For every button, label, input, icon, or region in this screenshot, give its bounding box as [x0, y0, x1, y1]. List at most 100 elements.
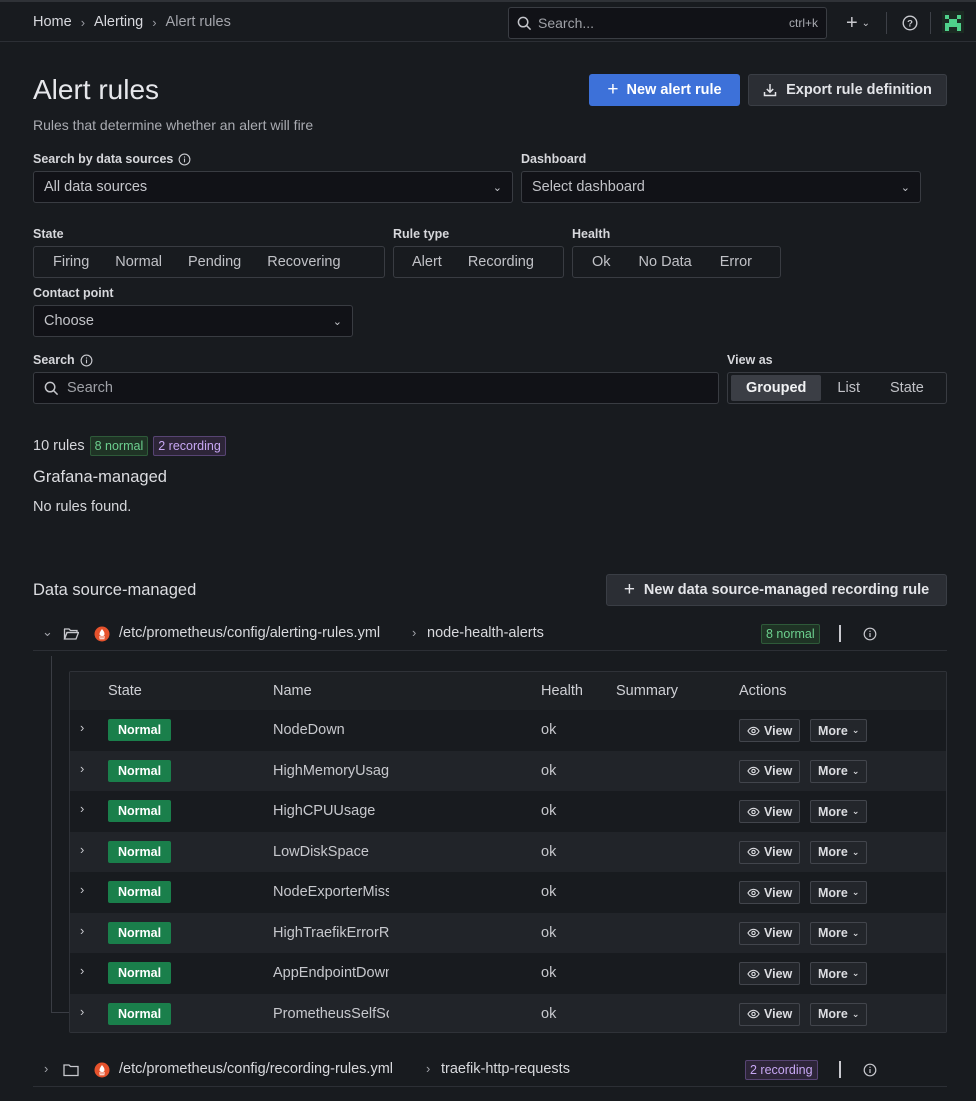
more-label: More	[818, 804, 848, 819]
help-button[interactable]: ?	[901, 12, 919, 34]
expand-chevron-icon[interactable]: ›	[80, 801, 84, 816]
user-avatar[interactable]	[942, 11, 964, 33]
contact-point-select[interactable]: Choose ⌄	[33, 305, 353, 337]
expand-chevron-icon[interactable]: ›	[80, 923, 84, 938]
rules-count: 10 rules	[33, 438, 85, 454]
dashboard-select-placeholder: Select dashboard	[532, 179, 645, 195]
chevron-down-icon: ⌄	[492, 181, 502, 194]
health-option-error[interactable]: Error	[705, 249, 765, 275]
prometheus-icon	[94, 626, 110, 642]
state-badge: Normal	[108, 719, 172, 741]
download-icon	[763, 84, 777, 97]
more-label: More	[818, 885, 848, 900]
global-search-placeholder: Search...	[538, 15, 595, 31]
view-as-label: View as	[727, 353, 773, 367]
more-button[interactable]: More ⌄	[810, 1002, 868, 1026]
view-as-list[interactable]: List	[821, 375, 875, 401]
more-button[interactable]: More ⌄	[810, 800, 868, 823]
state-option-recovering[interactable]: Recovering	[254, 249, 353, 275]
table-row: › Normal NodeDown ok View More ⌄	[70, 710, 946, 751]
eye-icon	[747, 888, 760, 897]
state-badge: Normal	[108, 921, 172, 944]
view-as-state[interactable]: State	[875, 375, 937, 401]
health-option-nodata[interactable]: No Data	[624, 249, 705, 275]
breadcrumb-alert-rules: Alert rules	[165, 14, 231, 30]
more-button[interactable]: More ⌄	[810, 881, 868, 904]
rule-health: ok	[541, 1005, 557, 1022]
state-option-pending[interactable]: Pending	[175, 249, 254, 275]
rule-health: ok	[541, 762, 557, 779]
dashboard-select[interactable]: Select dashboard ⌄	[521, 171, 921, 203]
info-icon[interactable]	[863, 627, 877, 641]
ruletype-filter-label: Rule type	[393, 227, 450, 241]
column-state[interactable]: State	[108, 683, 142, 699]
more-button[interactable]: More ⌄	[810, 719, 868, 742]
rule-health: ok	[541, 924, 557, 941]
column-name[interactable]: Name	[273, 683, 312, 699]
column-summary: Summary	[616, 683, 679, 699]
state-badge: Normal	[108, 881, 172, 903]
expand-chevron-icon[interactable]: ›	[80, 882, 84, 897]
expand-chevron-icon[interactable]: ›	[80, 963, 84, 978]
more-button[interactable]: More ⌄	[810, 840, 868, 864]
view-button[interactable]: View	[739, 840, 801, 864]
search-shortcut: ctrl+k	[788, 16, 818, 30]
view-button[interactable]: View	[739, 1002, 801, 1026]
view-button[interactable]: View	[739, 719, 801, 742]
more-button[interactable]: More ⌄	[810, 921, 868, 945]
table-row: › Normal HighMemoryUsage ok View More ⌄	[70, 750, 946, 791]
more-label: More	[818, 845, 848, 859]
new-recording-rule-button[interactable]: + New data source-managed recording rule	[606, 574, 947, 606]
ruletype-option-alert[interactable]: Alert	[397, 249, 455, 275]
info-icon[interactable]	[178, 153, 191, 166]
plus-icon: +	[623, 579, 635, 600]
rule-name: NodeDown	[273, 722, 345, 738]
eye-icon	[747, 726, 760, 735]
expand-chevron-icon[interactable]: ›	[80, 842, 84, 857]
rule-health: ok	[541, 843, 557, 860]
expand-chevron-icon[interactable]: ›	[80, 720, 84, 735]
health-filter-label: Health	[572, 227, 611, 241]
new-alert-rule-button[interactable]: + New alert rule	[589, 74, 740, 106]
breadcrumb-alerting[interactable]: Alerting	[94, 14, 143, 30]
state-option-firing[interactable]: Firing	[37, 249, 102, 275]
global-search-input[interactable]: Search... ctrl+k	[508, 7, 827, 39]
expand-chevron-icon[interactable]: ›	[80, 1004, 84, 1019]
eye-icon	[747, 928, 760, 938]
view-button[interactable]: View	[739, 962, 801, 985]
plus-icon: +	[845, 12, 858, 34]
view-as-grouped[interactable]: Grouped	[731, 375, 822, 401]
more-label: More	[818, 723, 848, 738]
add-menu-button[interactable]: + ⌄	[842, 12, 874, 34]
group-recording-badge: 2 recording	[745, 1060, 818, 1080]
datasource-select[interactable]: All data sources ⌄	[33, 171, 513, 203]
more-button[interactable]: More ⌄	[810, 962, 868, 985]
rule-name: HighMemoryUsage	[273, 762, 389, 779]
view-button[interactable]: View	[739, 881, 801, 904]
ruletype-option-recording[interactable]: Recording	[455, 249, 547, 275]
chevron-down-icon: ⌄	[851, 765, 860, 776]
info-icon[interactable]	[863, 1063, 877, 1077]
view-button[interactable]: View	[739, 921, 801, 945]
breadcrumb-home[interactable]: Home	[33, 14, 72, 30]
chevron-down-icon[interactable]: ⌄	[42, 624, 53, 640]
tree-line-vertical	[51, 656, 52, 1013]
rule-search-input[interactable]: Search	[33, 372, 719, 404]
expand-chevron-icon[interactable]: ›	[80, 761, 84, 776]
column-health[interactable]: Health	[541, 683, 583, 699]
table-row: › Normal NodeExporterMissing ok View More⌄	[70, 872, 946, 913]
info-icon[interactable]	[80, 354, 93, 367]
view-button[interactable]: View	[739, 800, 801, 823]
chevron-down-icon: ⌄	[332, 315, 342, 328]
rule-name: HighCPUUsage	[273, 803, 376, 819]
state-option-normal[interactable]: Normal	[102, 249, 175, 275]
health-option-ok[interactable]: Ok	[576, 249, 624, 275]
datasource-filter-label: Search by data sources	[33, 152, 191, 166]
export-rule-definition-button[interactable]: Export rule definition	[748, 74, 947, 106]
view-button[interactable]: View	[739, 759, 801, 783]
dashboard-filter-label: Dashboard	[521, 152, 587, 166]
chevron-right-icon[interactable]: ›	[44, 1061, 48, 1076]
search-icon	[44, 381, 59, 395]
chevron-right-icon: ›	[426, 1061, 431, 1076]
more-button[interactable]: More ⌄	[810, 759, 868, 783]
